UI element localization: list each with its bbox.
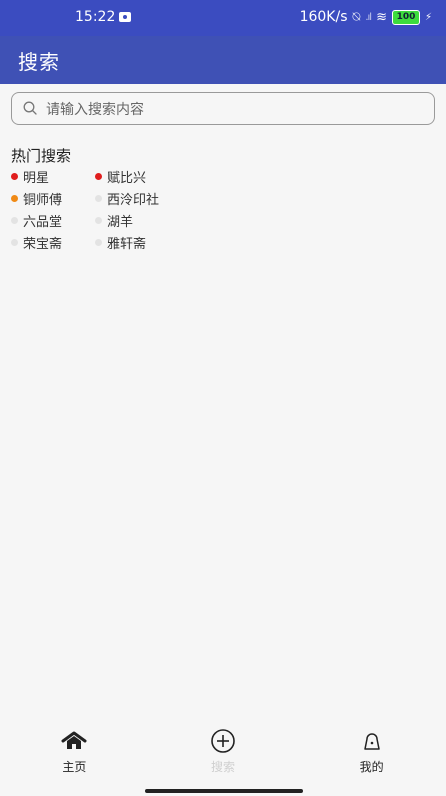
battery-icon: 100: [391, 9, 420, 25]
hot-search-item[interactable]: 铜师傅: [11, 190, 95, 208]
nav-item-label: 我的: [359, 760, 384, 774]
nav-item-user[interactable]: 我的: [297, 726, 446, 784]
rank-dot-icon: [11, 216, 18, 224]
hot-search-item[interactable]: 湖羊: [95, 212, 195, 230]
status-right: 160K/s ⍉ .ıl ≋ 100 ⚡: [300, 9, 432, 25]
plus-circle-icon: [210, 728, 236, 754]
status-time: 15:22: [75, 9, 132, 25]
status-bar: 15:22 160K/s ⍉ .ıl ≋ 100 ⚡: [0, 0, 446, 36]
hot-search-label: 赋比兴: [107, 170, 147, 186]
home-icon: [61, 728, 87, 754]
hot-search-title: 热门搜索: [11, 147, 72, 165]
hot-search-label: 雅轩斋: [107, 236, 147, 252]
user-icon: [361, 728, 383, 754]
rank-dot-icon: [95, 194, 102, 202]
app-bar: 搜索: [0, 36, 446, 84]
signal-icon: .ıl: [365, 11, 372, 23]
hot-search-item[interactable]: 六品堂: [11, 212, 95, 230]
nav-item-label: 主页: [62, 760, 87, 774]
mute-icon: ⍉: [352, 9, 361, 25]
hot-search-label: 六品堂: [23, 214, 63, 230]
search-input[interactable]: [44, 97, 428, 123]
hot-search-label: 荣宝斋: [23, 236, 63, 252]
hot-search-label: 铜师傅: [23, 192, 63, 208]
wifi-icon: ≋: [376, 9, 387, 25]
hot-search-label: 湖羊: [107, 214, 134, 230]
nav-item-home[interactable]: 主页: [0, 726, 149, 784]
hot-search-label: 明星: [23, 170, 50, 186]
rank-dot-icon: [95, 216, 102, 224]
nav-item-label: 搜索: [211, 760, 236, 774]
hot-search-item[interactable]: 赋比兴: [95, 168, 195, 186]
camera-icon: [119, 12, 132, 22]
search-icon: [23, 101, 37, 115]
hot-search-list: 明星 赋比兴铜师傅 西泠印社六品堂 湖羊荣宝斋 雅轩斋: [11, 168, 195, 252]
hot-search-item[interactable]: 西泠印社: [95, 190, 195, 208]
rank-dot-icon: [11, 172, 18, 180]
page-title: 搜索: [18, 50, 60, 74]
charging-icon: ⚡: [424, 11, 432, 23]
rank-dot-icon: [95, 172, 102, 180]
hot-search-item[interactable]: 荣宝斋: [11, 234, 95, 252]
hot-search-label: 西泠印社: [107, 192, 160, 208]
nav-item-plus-circle[interactable]: 搜索: [149, 726, 298, 784]
home-indicator[interactable]: [145, 789, 303, 793]
search-box[interactable]: [11, 92, 435, 125]
net-speed: 160K/s: [299, 9, 348, 25]
hot-search-item[interactable]: 明星: [11, 168, 95, 186]
bottom-nav: 主页 搜索 我的: [0, 726, 446, 784]
rank-dot-icon: [11, 194, 18, 202]
rank-dot-icon: [95, 238, 102, 246]
hot-search-item[interactable]: 雅轩斋: [95, 234, 195, 252]
rank-dot-icon: [11, 238, 18, 246]
